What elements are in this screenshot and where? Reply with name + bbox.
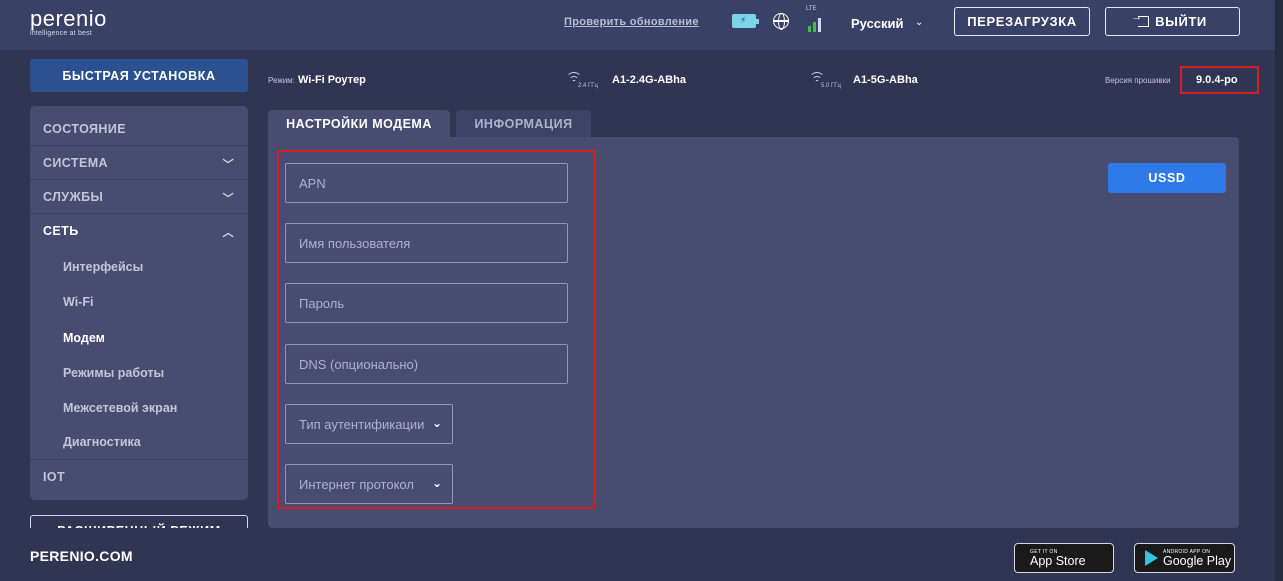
scrollbar[interactable]: [1275, 0, 1283, 581]
google-play-button[interactable]: ANDROID APP ON Google Play: [1134, 543, 1235, 573]
chevron-down-icon[interactable]: ⌄: [915, 17, 923, 28]
battery-charging-icon: ⚡: [732, 14, 759, 28]
quick-setup-button[interactable]: БЫСТРАЯ УСТАНОВКА: [30, 59, 248, 92]
logout-icon: [1131, 11, 1150, 27]
firmware-label: Версия прошивки: [1105, 76, 1171, 85]
sidebar-subitem-operating-modes[interactable]: Режимы работы: [30, 355, 248, 390]
tab-information[interactable]: ИНФОРМАЦИЯ: [456, 110, 591, 138]
language-selector[interactable]: Русский: [851, 16, 904, 31]
wifi-24-ssid: A1-2.4G-ABha: [612, 74, 686, 86]
ussd-button[interactable]: USSD: [1108, 163, 1226, 193]
logout-button[interactable]: ВЫЙТИ: [1105, 7, 1240, 36]
sidebar-subitem-diagnostics[interactable]: Диагностика: [30, 425, 248, 460]
google-play-icon: [1145, 550, 1158, 566]
chevron-down-icon: ﹀: [222, 159, 234, 171]
sidebar-menu: СОСТОЯНИЕ СИСТЕМА ﹀ СЛУЖБЫ ﹀ СЕТЬ ︿ Инте…: [30, 106, 248, 500]
tab-modem-settings[interactable]: НАСТРОЙКИ МОДЕМА: [268, 110, 450, 138]
sidebar-subitem-modem[interactable]: Модем: [30, 320, 248, 355]
mode-value: Wi-Fi Роутер: [297, 74, 366, 86]
google-play-label: Google Play: [1163, 553, 1232, 568]
wifi-5-band: 5.0 ГГц: [821, 83, 841, 89]
reboot-label: ПЕРЕЗАГРУЗКА: [967, 14, 1077, 29]
highlight-frame-firmware: [1180, 66, 1259, 94]
sidebar-subitem-firewall[interactable]: Межсетевой экран: [30, 390, 248, 425]
sidebar-item-network[interactable]: СЕТЬ ︿: [30, 214, 248, 248]
sidebar-item-status[interactable]: СОСТОЯНИЕ: [30, 112, 248, 146]
sidebar-subitem-interfaces[interactable]: Интерфейсы: [30, 249, 248, 284]
sidebar-item-services[interactable]: СЛУЖБЫ ﹀: [30, 180, 248, 214]
mode-label: Режим:: [268, 76, 295, 85]
sidebar-item-iot[interactable]: IOT: [30, 460, 248, 494]
mode-status: Режим: Wi-Fi Роутер: [268, 74, 366, 86]
globe-icon: [773, 13, 789, 30]
highlight-frame-form: [277, 150, 596, 509]
sidebar-item-system[interactable]: СИСТЕМА ﹀: [30, 146, 248, 180]
reboot-button[interactable]: ПЕРЕЗАГРУЗКА: [954, 7, 1090, 36]
top-header: perenio intelligence at best Проверить о…: [0, 0, 1283, 50]
wifi-5-ssid: A1-5G-ABha: [853, 74, 918, 86]
app-store-label: App Store: [1030, 553, 1086, 568]
footer-site-link[interactable]: PERENIO.COM: [30, 548, 133, 564]
chevron-down-icon: ﹀: [222, 193, 234, 205]
app-store-button[interactable]: GET IT ON App Store: [1014, 543, 1114, 573]
sidebar-subitem-wifi[interactable]: Wi-Fi: [30, 284, 248, 319]
perenio-logo[interactable]: perenio intelligence at best: [30, 6, 107, 37]
wifi-24-band: 2.4 ГГц: [578, 83, 598, 89]
lte-label: LTE: [806, 6, 817, 12]
logout-label: ВЫЙТИ: [1155, 14, 1207, 29]
check-update-link[interactable]: Проверить обновление: [564, 16, 699, 28]
logo-text: perenio: [30, 6, 107, 31]
lte-signal-icon: LTE: [806, 6, 826, 32]
chevron-up-icon: ︿: [222, 227, 234, 239]
